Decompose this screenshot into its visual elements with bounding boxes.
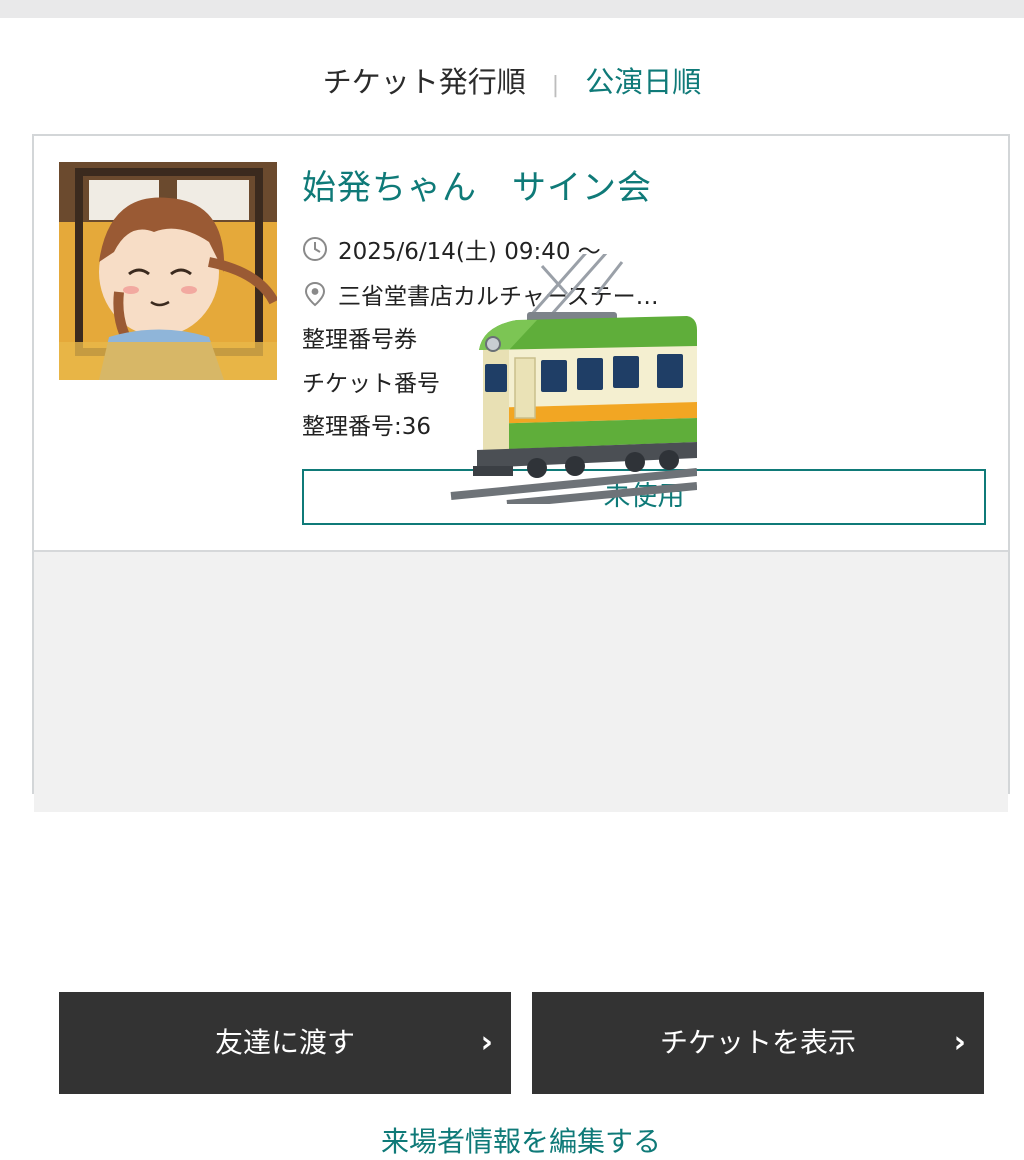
ticket-kind: 整理番号券: [302, 327, 417, 353]
ticket-number-label: チケット番号: [302, 371, 440, 397]
event-thumbnail: [59, 162, 277, 380]
tab-issue-order[interactable]: チケット発行順: [323, 60, 526, 104]
tab-separator: |: [551, 73, 560, 98]
sort-tabs: チケット発行順 | 公演日順: [0, 60, 1024, 104]
show-ticket-button[interactable]: チケットを表示 ›: [532, 992, 984, 1094]
ticket-card-details: 始発ちゃん サイン会 2025/6/14(土) 09:40 〜 三省堂書店カルチ…: [34, 136, 1008, 550]
train-sticker: [447, 245, 698, 508]
chevron-right-icon: ›: [953, 1025, 966, 1060]
ticket-card-actions: 友達に渡す › チケットを表示 › 来場者情報を編集する: [34, 550, 1008, 1158]
ticket-card: 始発ちゃん サイン会 2025/6/14(土) 09:40 〜 三省堂書店カルチ…: [32, 134, 1010, 1158]
map-pin-icon: [302, 281, 328, 307]
transfer-to-friend-button[interactable]: 友達に渡す ›: [59, 992, 511, 1094]
edit-visitor-info-link[interactable]: 来場者情報を編集する: [34, 1120, 1008, 1160]
show-ticket-label: チケットを表示: [659, 1026, 856, 1059]
tab-performance-order[interactable]: 公演日順: [585, 60, 701, 104]
event-title[interactable]: 始発ちゃん サイン会: [302, 160, 652, 209]
sequence-number: 整理番号:36: [302, 414, 432, 440]
top-strip: [0, 0, 1024, 18]
transfer-to-friend-label: 友達に渡す: [214, 1026, 355, 1059]
chevron-right-icon: ›: [480, 1025, 493, 1060]
clock-icon: [302, 236, 328, 262]
